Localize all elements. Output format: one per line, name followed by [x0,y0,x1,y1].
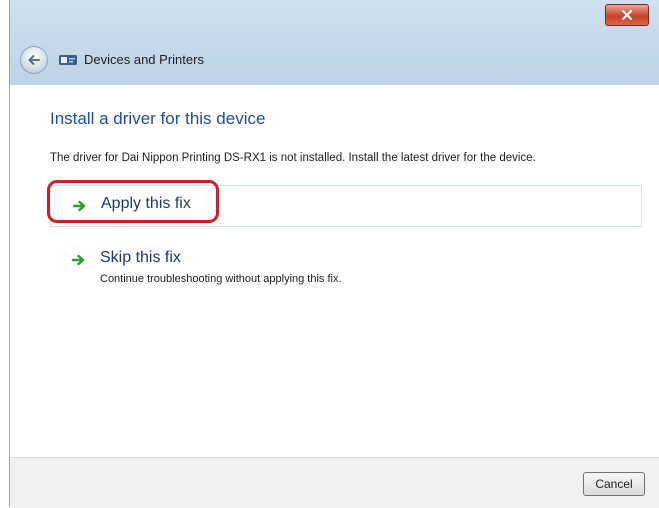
skip-fix-option[interactable]: Skip this fix Continue troubleshooting w… [50,245,642,295]
troubleshooter-window: Devices and Printers Install a driver fo… [9,0,659,508]
content-area: Install a driver for this device The dri… [10,84,659,458]
skip-fix-label: Skip this fix [100,249,181,266]
skip-fix-description: Continue troubleshooting without applyin… [100,273,342,285]
cancel-button[interactable]: Cancel [583,472,645,496]
page-title: Install a driver for this device [50,109,266,128]
close-button[interactable] [605,4,649,26]
title-bar: Devices and Printers [10,0,659,84]
close-icon [622,10,632,20]
breadcrumb-label[interactable]: Devices and Printers [84,52,204,67]
back-arrow-icon [28,55,40,65]
breadcrumb: Devices and Printers [58,52,204,67]
description-text: The driver for Dai Nippon Printing DS-RX… [50,152,536,164]
green-arrow-icon [72,254,85,266]
footer-bar: Cancel [10,457,659,508]
highlight-circle [47,180,219,223]
devices-printers-icon [59,54,77,65]
back-button[interactable] [20,46,48,74]
